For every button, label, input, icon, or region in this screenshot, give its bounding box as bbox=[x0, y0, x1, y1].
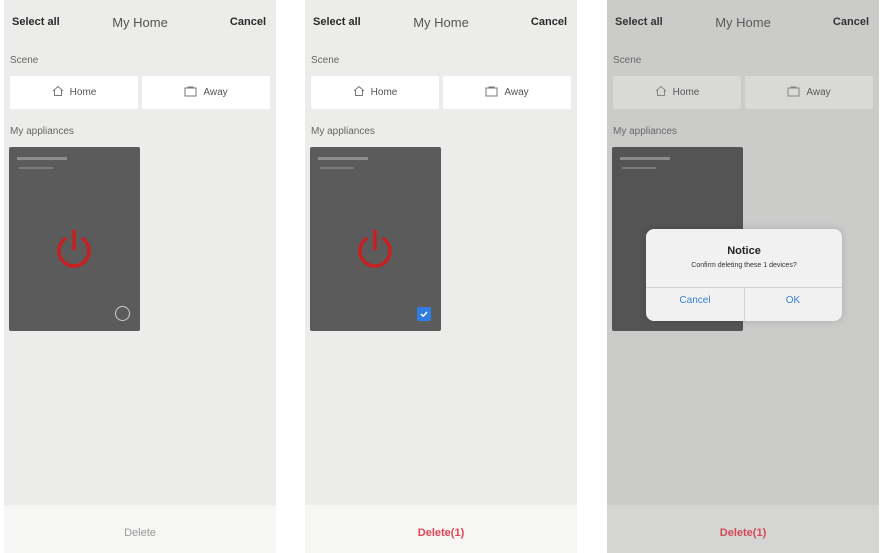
bottom-bar: Delete bbox=[4, 505, 276, 553]
away-icon bbox=[485, 86, 498, 100]
scene-row: Home Away bbox=[311, 76, 571, 109]
appliance-name-placeholder bbox=[17, 157, 67, 160]
scene-row: Home Away bbox=[10, 76, 270, 109]
appliance-card[interactable] bbox=[9, 147, 140, 331]
cancel-button[interactable]: Cancel bbox=[230, 16, 266, 28]
appliance-status-placeholder bbox=[19, 167, 53, 169]
screen-3: Select all My Home Cancel Scene Home Awa… bbox=[607, 0, 879, 553]
scene-home-label: Home bbox=[370, 87, 398, 98]
select-checkbox-checked[interactable] bbox=[417, 307, 431, 321]
power-icon bbox=[353, 227, 397, 276]
select-checkbox[interactable] bbox=[115, 306, 130, 321]
power-icon bbox=[52, 227, 96, 276]
bottom-bar: Delete(1) bbox=[305, 505, 577, 553]
scene-away-label: Away bbox=[504, 87, 529, 98]
scene-away-button[interactable]: Away bbox=[443, 76, 571, 109]
top-bar: Select all My Home Cancel bbox=[305, 10, 577, 36]
scene-section-label: Scene bbox=[311, 55, 340, 66]
scene-section-label: Scene bbox=[10, 55, 39, 66]
appliance-card[interactable] bbox=[310, 147, 441, 331]
screen-2: Select all My Home Cancel Scene Home Awa… bbox=[305, 0, 577, 553]
away-icon bbox=[184, 86, 197, 100]
scene-home-button[interactable]: Home bbox=[10, 76, 138, 109]
confirm-dialog: Notice Confirm deleting these 1 devices?… bbox=[646, 229, 842, 321]
appliance-status-placeholder bbox=[320, 167, 354, 169]
scene-home-button[interactable]: Home bbox=[311, 76, 439, 109]
top-bar: Select all My Home Cancel bbox=[4, 10, 276, 36]
scene-away-button[interactable]: Away bbox=[142, 76, 270, 109]
scene-home-label: Home bbox=[69, 87, 97, 98]
dialog-cancel-button[interactable]: Cancel bbox=[646, 295, 744, 306]
home-icon bbox=[52, 85, 64, 100]
screen-1: Select all My Home Cancel Scene Home Awa… bbox=[4, 0, 276, 553]
delete-button[interactable]: Delete bbox=[4, 505, 276, 539]
dialog-title: Notice bbox=[727, 245, 761, 257]
checkmark-icon bbox=[420, 311, 428, 318]
delete-button[interactable]: Delete(1) bbox=[305, 505, 577, 539]
appliances-section-label: My appliances bbox=[311, 126, 375, 137]
dialog-message: Confirm deleting these 1 devices? bbox=[691, 262, 797, 269]
cancel-button[interactable]: Cancel bbox=[531, 16, 567, 28]
home-icon bbox=[353, 85, 365, 100]
appliance-name-placeholder bbox=[318, 157, 368, 160]
appliances-section-label: My appliances bbox=[10, 126, 74, 137]
dialog-ok-button[interactable]: OK bbox=[744, 295, 842, 306]
scene-away-label: Away bbox=[203, 87, 228, 98]
